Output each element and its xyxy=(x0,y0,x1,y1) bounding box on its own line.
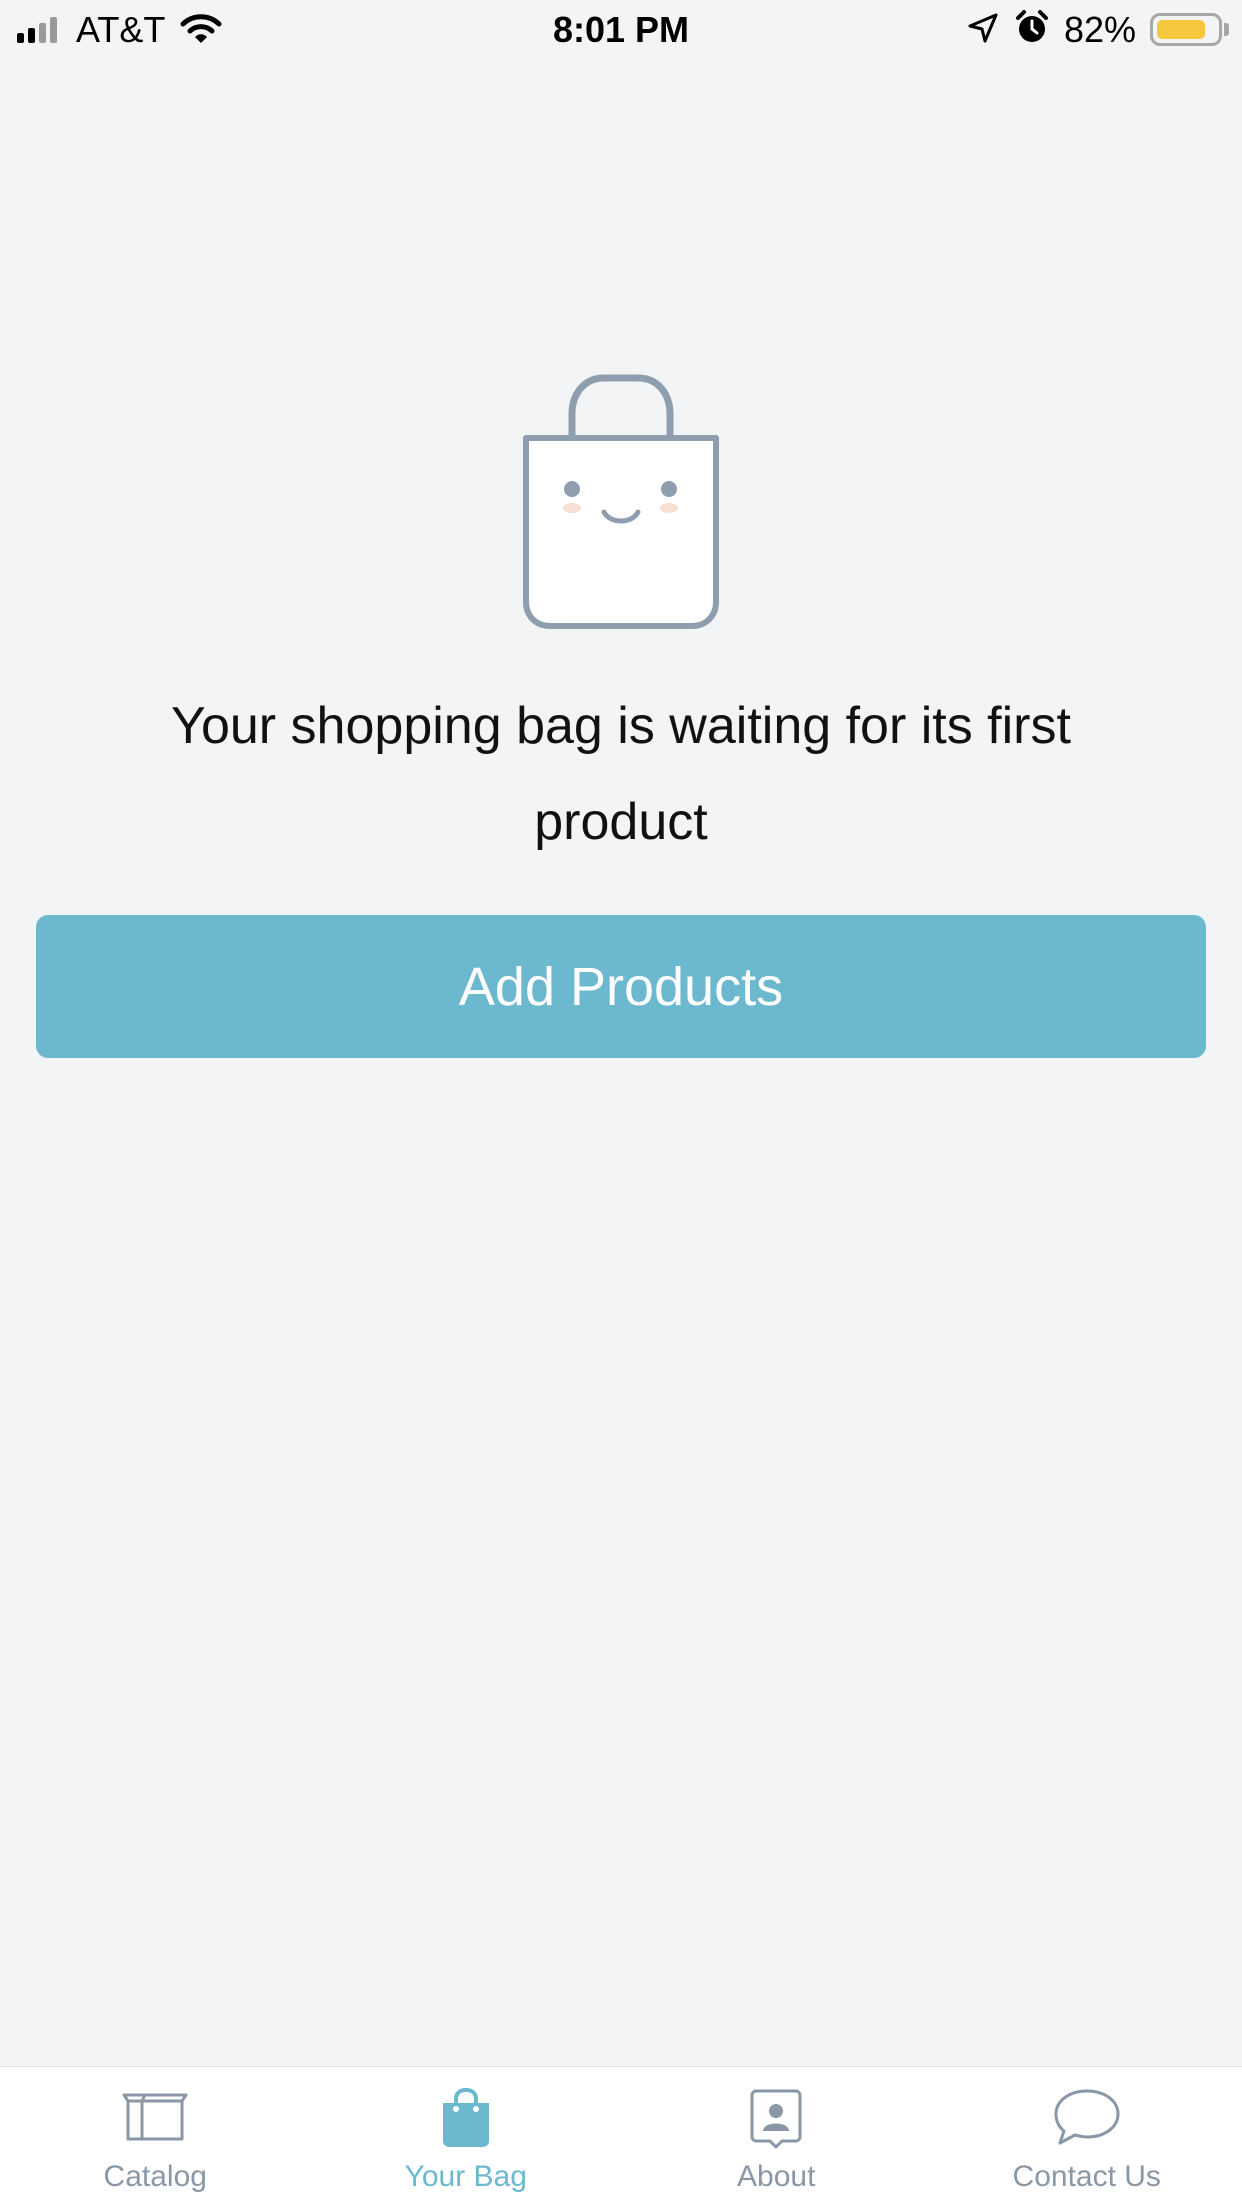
add-products-button[interactable]: Add Products xyxy=(36,915,1206,1058)
smiling-shopping-bag-icon xyxy=(522,374,720,635)
clock-time: 8:01 PM xyxy=(0,8,1242,52)
tab-bar: Catalog Your Bag About Con xyxy=(0,2066,1242,2209)
tab-your-bag[interactable]: Your Bag xyxy=(311,2067,622,2209)
tab-label-catalog: Catalog xyxy=(0,2157,311,2197)
alarm-icon xyxy=(1015,10,1049,51)
location-icon xyxy=(967,12,999,49)
empty-bag-message: Your shopping bag is waiting for its fir… xyxy=(150,678,1092,870)
battery-icon xyxy=(1150,13,1222,46)
battery-percent: 82% xyxy=(1064,8,1136,52)
battery-cap xyxy=(1224,23,1229,36)
tab-catalog[interactable]: Catalog xyxy=(0,2067,311,2209)
bag-icon xyxy=(439,2087,493,2154)
chat-bubble-icon xyxy=(1052,2087,1122,2152)
battery-fill xyxy=(1157,20,1205,39)
tab-contact-us[interactable]: Contact Us xyxy=(932,2067,1242,2209)
tab-label-about: About xyxy=(621,2157,932,2197)
box-icon xyxy=(120,2087,190,2148)
status-bar: AT&T 8:01 PM 82% xyxy=(0,0,1242,62)
tab-label-contact-us: Contact Us xyxy=(932,2157,1242,2197)
tab-label-your-bag: Your Bag xyxy=(311,2157,622,2197)
tab-about[interactable]: About xyxy=(621,2067,932,2209)
person-card-icon xyxy=(750,2087,802,2154)
